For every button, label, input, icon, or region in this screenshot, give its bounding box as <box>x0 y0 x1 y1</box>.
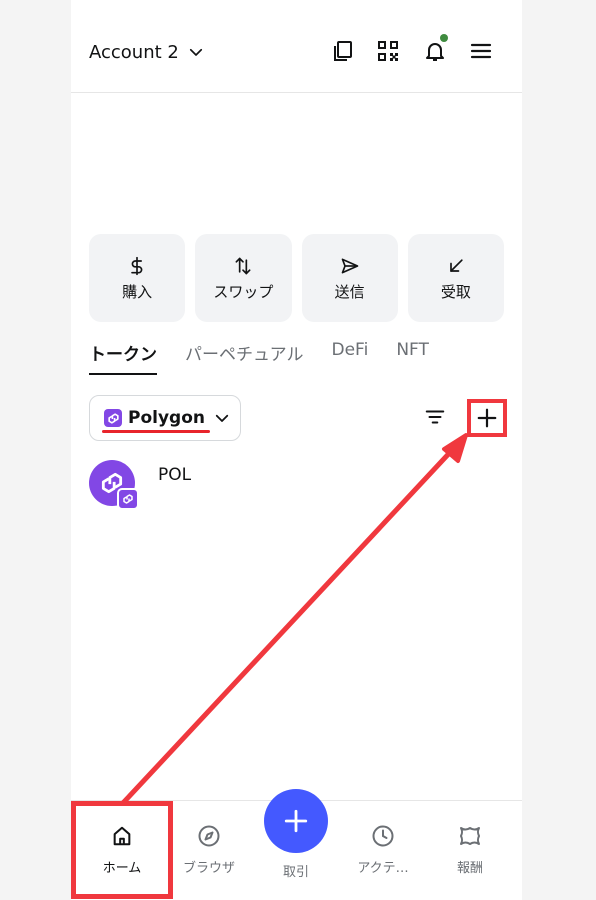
qr-code-icon[interactable] <box>374 37 402 65</box>
swap-button[interactable]: スワップ <box>195 234 292 322</box>
bell-icon[interactable] <box>421 34 449 65</box>
chevron-down-icon <box>215 414 229 422</box>
polygon-logo-icon <box>104 409 122 427</box>
send-icon <box>339 255 361 277</box>
nav-activity-label: アクテ… <box>357 861 409 876</box>
network-name: Polygon <box>128 408 205 428</box>
nav-rewards-label: 報酬 <box>456 861 483 876</box>
plus-icon <box>477 408 497 428</box>
wallet-screen: Account 2 購入 スワップ 送信 受取 トークン パーペチュアル DeF… <box>71 0 522 900</box>
send-label: 送信 <box>334 282 365 301</box>
trade-button[interactable] <box>264 789 328 853</box>
annotation-underline <box>102 430 210 433</box>
account-selector[interactable]: Account 2 <box>89 38 205 66</box>
receive-label: 受取 <box>440 282 471 301</box>
menu-icon[interactable] <box>467 37 495 65</box>
tab-nft[interactable]: NFT <box>396 340 429 368</box>
token-row[interactable]: POL <box>89 460 504 510</box>
add-token-button[interactable] <box>467 399 507 437</box>
tab-defi[interactable]: DeFi <box>332 340 369 368</box>
swap-icon <box>232 255 254 277</box>
send-button[interactable]: 送信 <box>301 234 398 322</box>
nav-activity[interactable]: アクテ… <box>343 823 423 876</box>
receive-button[interactable]: 受取 <box>407 234 504 322</box>
chevron-down-icon <box>189 48 202 56</box>
tab-perpetuals[interactable]: パーペチュアル <box>185 340 304 373</box>
tab-tokens[interactable]: トークン <box>89 340 157 375</box>
plus-icon <box>284 809 308 833</box>
compass-icon <box>196 823 222 849</box>
swap-label: スワップ <box>213 282 274 301</box>
nav-browser[interactable]: ブラウザ <box>169 823 249 876</box>
receive-icon <box>445 255 467 277</box>
nav-rewards[interactable]: 報酬 <box>430 823 510 876</box>
network-selector[interactable]: Polygon <box>89 395 241 441</box>
asset-tabs: トークン パーペチュアル DeFi NFT <box>89 340 429 378</box>
nav-trade-label: 取引 <box>282 865 309 880</box>
annotation-home-highlight <box>71 801 173 899</box>
notification-dot <box>440 34 448 42</box>
token-symbol: POL <box>158 465 192 485</box>
quick-actions: 購入 スワップ 送信 受取 <box>89 234 504 322</box>
copy-icon[interactable] <box>329 37 357 65</box>
polygon-network-badge-icon <box>117 488 139 510</box>
app-header: Account 2 <box>71 0 522 93</box>
dollar-icon <box>126 255 148 277</box>
nav-browser-label: ブラウザ <box>182 861 235 876</box>
rewards-icon <box>457 823 483 849</box>
clock-icon <box>370 823 396 849</box>
account-name: Account 2 <box>89 41 179 63</box>
buy-button[interactable]: 購入 <box>89 234 186 322</box>
buy-label: 購入 <box>122 282 153 301</box>
filter-icon[interactable] <box>423 405 447 429</box>
